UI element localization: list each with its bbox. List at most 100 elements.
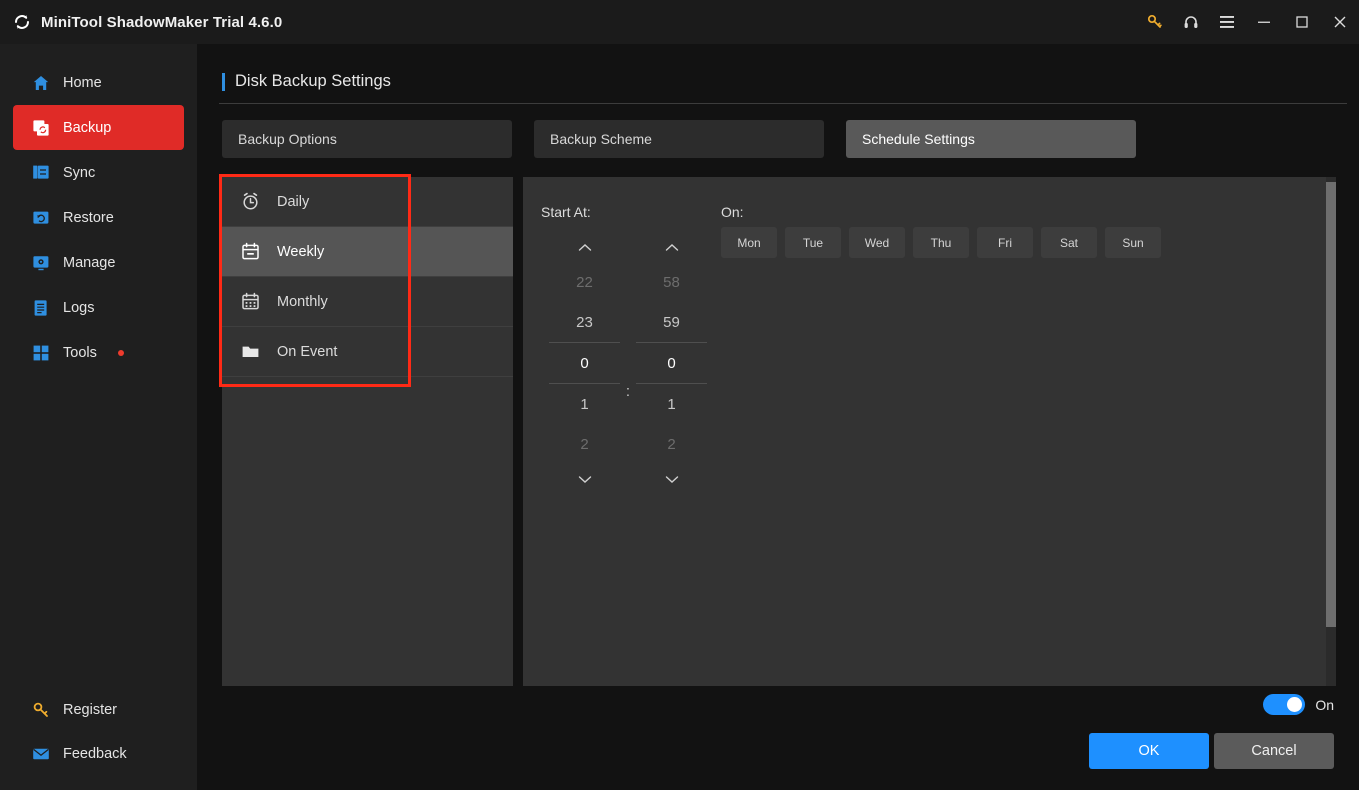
hour-option[interactable]: 22 bbox=[541, 262, 628, 302]
day-button-tue[interactable]: Tue bbox=[785, 227, 841, 258]
key-icon[interactable] bbox=[1137, 0, 1173, 44]
hour-column[interactable]: 22 23 0 1 2 bbox=[541, 262, 628, 464]
time-picker-columns: 22 23 0 1 2 58 59 0 1 2: bbox=[541, 262, 715, 464]
minimize-icon[interactable] bbox=[1245, 0, 1283, 44]
sidebar-item-manage[interactable]: Manage bbox=[13, 240, 184, 285]
sidebar-item-tools[interactable]: Tools bbox=[13, 330, 184, 375]
chevron-down-icon[interactable] bbox=[541, 464, 628, 494]
minute-option[interactable]: 58 bbox=[628, 262, 715, 302]
schedule-type-daily[interactable]: Daily bbox=[222, 177, 513, 227]
schedule-enable-toggle[interactable] bbox=[1263, 694, 1306, 715]
logs-icon bbox=[31, 298, 50, 317]
sidebar-item-label: Register bbox=[63, 702, 117, 718]
restore-icon bbox=[31, 208, 50, 227]
toggle-state-label: On bbox=[1315, 696, 1334, 713]
calendar-week-icon bbox=[240, 242, 260, 262]
tab-label: Backup Options bbox=[238, 131, 337, 147]
sidebar-item-register[interactable]: Register bbox=[13, 688, 184, 732]
folder-icon bbox=[240, 342, 260, 362]
page-header: Disk Backup Settings bbox=[197, 44, 1359, 106]
hour-selected[interactable]: 0 bbox=[541, 343, 628, 383]
day-button-wed[interactable]: Wed bbox=[849, 227, 905, 258]
sidebar-item-label: Feedback bbox=[63, 746, 127, 762]
panel-scrollbar-thumb[interactable] bbox=[1326, 182, 1336, 627]
page-title-wrap: Disk Backup Settings bbox=[197, 44, 1359, 91]
tab-backup-scheme[interactable]: Backup Scheme bbox=[534, 120, 824, 158]
page-title: Disk Backup Settings bbox=[235, 72, 391, 90]
sidebar-item-feedback[interactable]: Feedback bbox=[13, 732, 184, 776]
minute-selected[interactable]: 0 bbox=[628, 343, 715, 383]
schedule-type-weekly[interactable]: Weekly bbox=[222, 227, 513, 277]
content-area: Disk Backup Settings Backup Options Back… bbox=[197, 44, 1359, 790]
day-label: Sat bbox=[1059, 235, 1078, 250]
chevron-up-icon[interactable] bbox=[541, 232, 628, 262]
hour-option[interactable]: 23 bbox=[541, 302, 628, 342]
alarm-clock-icon bbox=[240, 192, 260, 212]
headset-icon[interactable] bbox=[1173, 0, 1209, 44]
footer-actions: On OK Cancel bbox=[197, 680, 1359, 790]
sidebar-item-sync[interactable]: Sync bbox=[13, 150, 184, 195]
sidebar-item-label: Logs bbox=[63, 299, 95, 316]
ok-button[interactable]: OK bbox=[1089, 733, 1209, 769]
settings-tabs: Backup Options Backup Scheme Schedule Se… bbox=[197, 106, 1359, 158]
home-icon bbox=[31, 73, 50, 92]
sidebar-item-backup[interactable]: Backup bbox=[13, 105, 184, 150]
manage-icon bbox=[31, 253, 50, 272]
sidebar-bottom-nav: Register Feedback bbox=[0, 688, 197, 776]
sidebar-item-label: Tools bbox=[63, 344, 97, 361]
tools-new-badge bbox=[117, 350, 124, 356]
time-picker: 22 23 0 1 2 58 59 0 1 2: bbox=[541, 232, 715, 512]
day-button-mon[interactable]: Mon bbox=[721, 227, 777, 258]
day-button-sun[interactable]: Sun bbox=[1105, 227, 1161, 258]
calendar-month-icon bbox=[240, 292, 260, 312]
sidebar-item-home[interactable]: Home bbox=[13, 60, 184, 105]
tab-backup-options[interactable]: Backup Options bbox=[222, 120, 512, 158]
maximize-icon[interactable] bbox=[1283, 0, 1321, 44]
schedule-settings-panel: Start At: On: 22 23 0 1 2 58 59 0 1 2: … bbox=[523, 177, 1329, 686]
sidebar-item-logs[interactable]: Logs bbox=[13, 285, 184, 330]
dialog-buttons: OK Cancel bbox=[1089, 733, 1334, 769]
time-picker-down-arrows bbox=[541, 464, 715, 494]
app-title: MiniTool ShadowMaker Trial 4.6.0 bbox=[41, 13, 283, 31]
sync-icon bbox=[31, 163, 50, 182]
minute-option[interactable]: 2 bbox=[628, 424, 715, 464]
refresh-sync-logo-icon bbox=[12, 12, 32, 32]
start-at-label: Start At: bbox=[541, 204, 591, 220]
day-label: Thu bbox=[930, 235, 952, 250]
app-brand: MiniTool ShadowMaker Trial 4.6.0 bbox=[0, 12, 282, 32]
sidebar: Home Backup Sync Restore Manage Logs Too… bbox=[0, 44, 197, 790]
schedule-type-list: Daily Weekly Monthly On Event bbox=[219, 174, 513, 686]
envelope-icon bbox=[31, 745, 50, 764]
day-label: Sun bbox=[1122, 235, 1144, 250]
schedule-type-monthly[interactable]: Monthly bbox=[222, 277, 513, 327]
sidebar-item-label: Restore bbox=[63, 209, 114, 226]
weekday-selector: Mon Tue Wed Thu Fri Sat Sun bbox=[721, 227, 1161, 258]
app-window: MiniTool ShadowMaker Trial 4.6.0 Home Ba… bbox=[0, 0, 1359, 790]
chevron-down-icon[interactable] bbox=[628, 464, 715, 494]
title-bar: MiniTool ShadowMaker Trial 4.6.0 bbox=[0, 0, 1359, 44]
minute-option[interactable]: 59 bbox=[628, 302, 715, 342]
hour-option[interactable]: 1 bbox=[541, 384, 628, 424]
day-button-fri[interactable]: Fri bbox=[977, 227, 1033, 258]
chevron-up-icon[interactable] bbox=[628, 232, 715, 262]
schedule-type-on-event[interactable]: On Event bbox=[222, 327, 513, 377]
sidebar-item-restore[interactable]: Restore bbox=[13, 195, 184, 240]
day-label: Mon bbox=[737, 235, 761, 250]
key-icon bbox=[31, 701, 50, 720]
hour-option[interactable]: 2 bbox=[541, 424, 628, 464]
day-label: Fri bbox=[998, 235, 1012, 250]
schedule-enable-toggle-wrap: On bbox=[1263, 694, 1334, 715]
minute-column[interactable]: 58 59 0 1 2 bbox=[628, 262, 715, 464]
cancel-button[interactable]: Cancel bbox=[1214, 733, 1334, 769]
header-divider bbox=[219, 103, 1347, 104]
day-button-thu[interactable]: Thu bbox=[913, 227, 969, 258]
close-icon[interactable] bbox=[1321, 0, 1359, 44]
minute-option[interactable]: 1 bbox=[628, 384, 715, 424]
day-button-sat[interactable]: Sat bbox=[1041, 227, 1097, 258]
tab-schedule-settings[interactable]: Schedule Settings bbox=[846, 120, 1136, 158]
menu-icon[interactable] bbox=[1209, 0, 1245, 44]
sidebar-nav: Home Backup Sync Restore Manage Logs Too… bbox=[0, 44, 197, 375]
toggle-knob bbox=[1287, 697, 1303, 712]
time-picker-up-arrows bbox=[541, 232, 715, 262]
sidebar-item-label: Backup bbox=[63, 119, 112, 136]
